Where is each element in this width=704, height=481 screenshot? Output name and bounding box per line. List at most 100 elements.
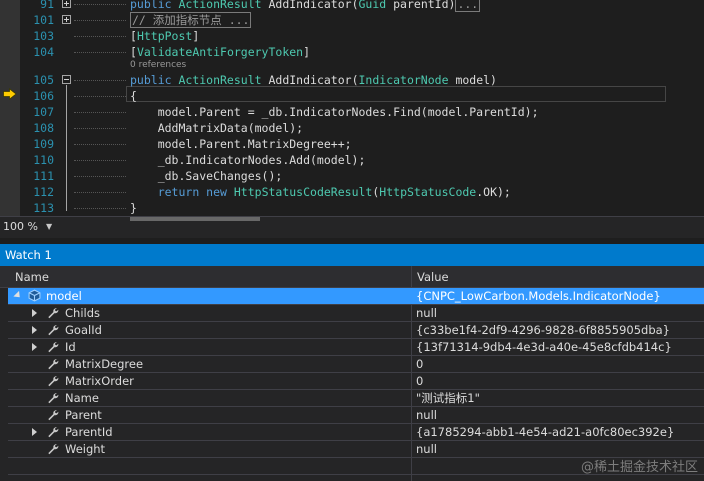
- line-number: 108: [33, 121, 54, 135]
- watch-row-model[interactable]: model {CNPC_LowCarbon.Models.IndicatorNod…: [8, 288, 704, 305]
- indent-guide: [74, 12, 130, 28]
- watch-column-header: Name Value: [0, 266, 704, 288]
- expand-outline-icon[interactable]: [62, 0, 71, 8]
- line-number: 113: [33, 201, 54, 215]
- code-line[interactable]: 106 {: [0, 88, 704, 104]
- code-line[interactable]: 91 public ActionResult AddIndicator(Guid …: [0, 0, 704, 12]
- code-token: ActionResult: [178, 0, 262, 11]
- watch-row-matrixorder[interactable]: MatrixOrder 0: [8, 373, 704, 390]
- code-line[interactable]: 111 _db.SaveChanges();: [0, 168, 704, 184]
- expand-outline-icon[interactable]: [62, 15, 71, 24]
- code-token: ActionResult: [178, 73, 262, 87]
- watch-row-parentid[interactable]: ParentId {a1785294-abb1-4e54-ad21-a0fc80e…: [8, 424, 704, 441]
- watch-panel: Name Value model {CNPC_LowCarbon.Models.I…: [0, 266, 704, 481]
- indent-guide: [74, 136, 130, 152]
- line-number: 91: [40, 0, 54, 11]
- watch-item-name: Id: [65, 340, 76, 354]
- expand-arrow-icon[interactable]: [32, 309, 37, 317]
- watch-row-id[interactable]: Id {13f71314-9db4-4e3d-a40e-45e8cfdb414c}: [8, 339, 704, 356]
- horizontal-scrollbar-thumb[interactable]: [130, 217, 260, 221]
- line-number: 104: [33, 45, 54, 59]
- watch-panel-header[interactable]: Watch 1: [0, 244, 704, 266]
- code-text: return new HttpStatusCodeResult(HttpStat…: [130, 184, 511, 200]
- object-icon: [28, 289, 41, 302]
- watch-row-goalid[interactable]: GoalId {c33be1f4-2df9-4296-9828-6f8855905…: [8, 322, 704, 339]
- collapse-arrow-icon[interactable]: [13, 290, 23, 301]
- line-number: 111: [33, 169, 54, 183]
- indent-guide: [74, 44, 130, 60]
- code-text: model.Parent.MatrixDegree++;: [130, 136, 352, 152]
- indent-guide: [74, 72, 130, 88]
- expand-arrow-icon[interactable]: [32, 343, 37, 351]
- code-token: HttpStatusCode: [379, 185, 477, 199]
- watch-item-value[interactable]: 0: [416, 356, 423, 372]
- column-header-value[interactable]: Value: [417, 270, 449, 284]
- code-token: model.Parent.MatrixDegree++;: [130, 137, 352, 151]
- indent-guide: [74, 28, 130, 44]
- column-header-name[interactable]: Name: [15, 270, 49, 284]
- watch-item-name: ParentId: [65, 425, 113, 439]
- code-token: {: [130, 89, 137, 103]
- wrench-icon: [48, 308, 59, 319]
- watch-row-name[interactable]: Name "测试指标1": [8, 390, 704, 407]
- indent-guide: [74, 200, 130, 216]
- watch-item-value[interactable]: null: [416, 441, 437, 457]
- watch-row-parent[interactable]: Parent null: [8, 407, 704, 424]
- code-line[interactable]: 108 AddMatrixData(model);: [0, 120, 704, 136]
- line-number: 107: [33, 105, 54, 119]
- code-line[interactable]: 104 [ValidateAntiForgeryToken]: [0, 44, 704, 60]
- watch-item-name: MatrixDegree: [65, 357, 144, 371]
- indent-guide: [74, 120, 130, 136]
- code-token: HttpPost: [136, 29, 193, 43]
- code-line[interactable]: 101 // 添加指标节点 ...: [0, 12, 704, 28]
- code-token: public: [130, 0, 179, 11]
- watch-item-value[interactable]: 0: [416, 373, 423, 389]
- code-editor[interactable]: 91 public ActionResult AddIndicator(Guid …: [0, 0, 704, 216]
- code-token: ValidateAntiForgeryToken: [136, 45, 304, 59]
- watch-item-name: MatrixOrder: [65, 374, 134, 388]
- chevron-down-icon[interactable]: ▼: [46, 222, 52, 231]
- code-token: [: [130, 29, 137, 43]
- line-number: 109: [33, 137, 54, 151]
- expand-arrow-icon[interactable]: [32, 428, 37, 436]
- watch-item-value[interactable]: null: [416, 407, 437, 423]
- code-line[interactable]: 112 return new HttpStatusCodeResult(Http…: [0, 184, 704, 200]
- code-line[interactable]: 109 model.Parent.MatrixDegree++;: [0, 136, 704, 152]
- collapse-outline-icon[interactable]: [62, 75, 71, 84]
- watch-item-value[interactable]: {a1785294-abb1-4e54-ad21-a0fc80ec392e}: [416, 424, 674, 440]
- zoom-level[interactable]: 100 %: [3, 220, 38, 233]
- watch-item-name: Name: [65, 391, 99, 405]
- code-text: _db.IndicatorNodes.Add(model);: [130, 152, 366, 168]
- code-text: public ActionResult AddIndicator(Indicat…: [130, 72, 497, 88]
- watch-item-value[interactable]: {13f71314-9db4-4e3d-a40e-45e8cfdb414c}: [416, 339, 672, 355]
- code-line[interactable]: 113}: [0, 200, 704, 216]
- code-line[interactable]: 107 model.Parent = _db.IndicatorNodes.Fi…: [0, 104, 704, 120]
- line-number: 103: [33, 29, 54, 43]
- watch-row-childs[interactable]: Childs null: [8, 305, 704, 322]
- watch-row-matrixdegree[interactable]: MatrixDegree 0: [8, 356, 704, 373]
- indent-guide: [74, 104, 130, 120]
- watch-item-value[interactable]: {CNPC_LowCarbon.Models.IndicatorNode}: [416, 288, 661, 304]
- expand-arrow-icon[interactable]: [32, 326, 37, 334]
- watch-item-value[interactable]: {c33be1f4-2df9-4296-9828-6f8855905dba}: [416, 322, 670, 338]
- code-line[interactable]: 110 _db.IndicatorNodes.Add(model);: [0, 152, 704, 168]
- code-text: model.Parent = _db.IndicatorNodes.Find(m…: [130, 104, 539, 120]
- code-line[interactable]: 105 public ActionResult AddIndicator(Indi…: [0, 72, 704, 88]
- line-number: 101: [33, 13, 54, 27]
- code-token: // 添加指标节点 ...: [130, 12, 252, 28]
- code-token: Guid: [358, 0, 387, 11]
- line-number: 112: [33, 185, 54, 199]
- code-token: _db.SaveChanges();: [130, 169, 283, 183]
- watch-item-name: Parent: [65, 408, 102, 422]
- code-text: _db.SaveChanges();: [130, 168, 283, 184]
- watch-item-value[interactable]: "测试指标1": [416, 390, 480, 406]
- indent-guide: [74, 168, 130, 184]
- code-line[interactable]: 103 [HttpPost]: [0, 28, 704, 44]
- code-token: AddIndicator(: [261, 0, 359, 11]
- code-text: public ActionResult AddIndicator(Guid pa…: [130, 0, 481, 12]
- code-text: [ValidateAntiForgeryToken]: [130, 44, 310, 60]
- watch-item-value[interactable]: null: [416, 305, 437, 321]
- code-text: }: [130, 200, 137, 216]
- code-lens-references[interactable]: 0 references: [130, 59, 186, 71]
- watch-item-name: Childs: [65, 306, 100, 320]
